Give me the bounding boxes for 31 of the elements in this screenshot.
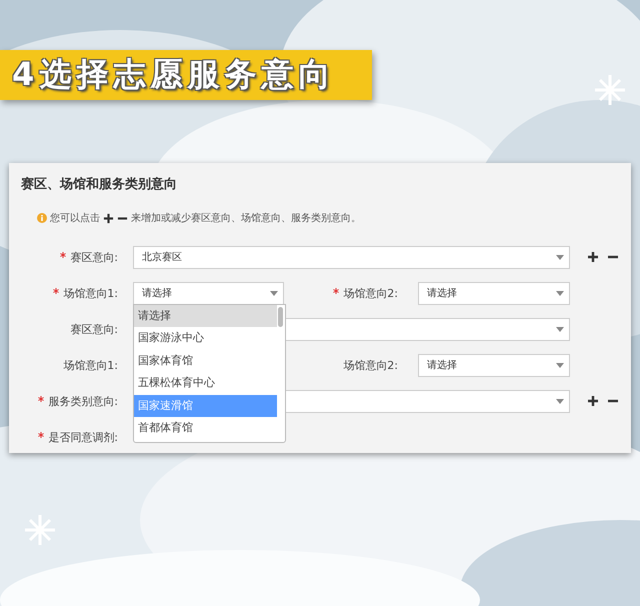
dropdown-option[interactable]: 首都体育馆 <box>134 417 277 440</box>
dropdown-option[interactable]: 五棵松体育中心 <box>134 372 277 394</box>
field-label: 赛区意向: <box>70 250 118 264</box>
field-label: 赛区意向: <box>70 322 118 336</box>
hint-text: 您可以点击 <box>50 212 100 225</box>
dropdown-option[interactable]: 请选择 <box>134 304 277 327</box>
field-label: 是否同意调剂: <box>48 430 118 444</box>
dropdown-option[interactable]: 国家体育馆 <box>134 350 277 372</box>
caret-icon <box>556 254 564 260</box>
info-icon <box>37 213 47 223</box>
caret-icon <box>556 326 564 332</box>
plus-icon[interactable] <box>587 395 599 407</box>
section-title: 赛区、场馆和服务类别意向 <box>21 176 178 193</box>
dropdown-option[interactable]: 国家游泳中心 <box>134 327 277 350</box>
caret-icon <box>556 398 564 404</box>
field-label: 服务类别意向: <box>48 394 118 408</box>
scrollbar-thumb[interactable] <box>278 306 283 326</box>
field-label: 场馆意向2: <box>343 286 398 300</box>
select-field[interactable]: 北京赛区 <box>133 246 570 268</box>
field-label: 场馆意向2: <box>343 358 398 372</box>
hint-text: 来增加或减少赛区意向、场馆意向、服务类别意向。 <box>131 212 361 225</box>
caret-icon <box>556 290 564 296</box>
caret-icon <box>556 362 564 368</box>
select-field[interactable]: 请选择 <box>418 354 570 376</box>
plus-icon <box>103 212 114 224</box>
field-label: 场馆意向1: <box>63 358 118 372</box>
field-label: 场馆意向1: <box>63 286 118 300</box>
caret-icon <box>270 290 278 296</box>
select-field[interactable]: 请选择 <box>418 282 570 304</box>
plus-icon[interactable] <box>587 251 599 263</box>
banner-title: 4选择志愿服务意向 <box>0 50 372 100</box>
